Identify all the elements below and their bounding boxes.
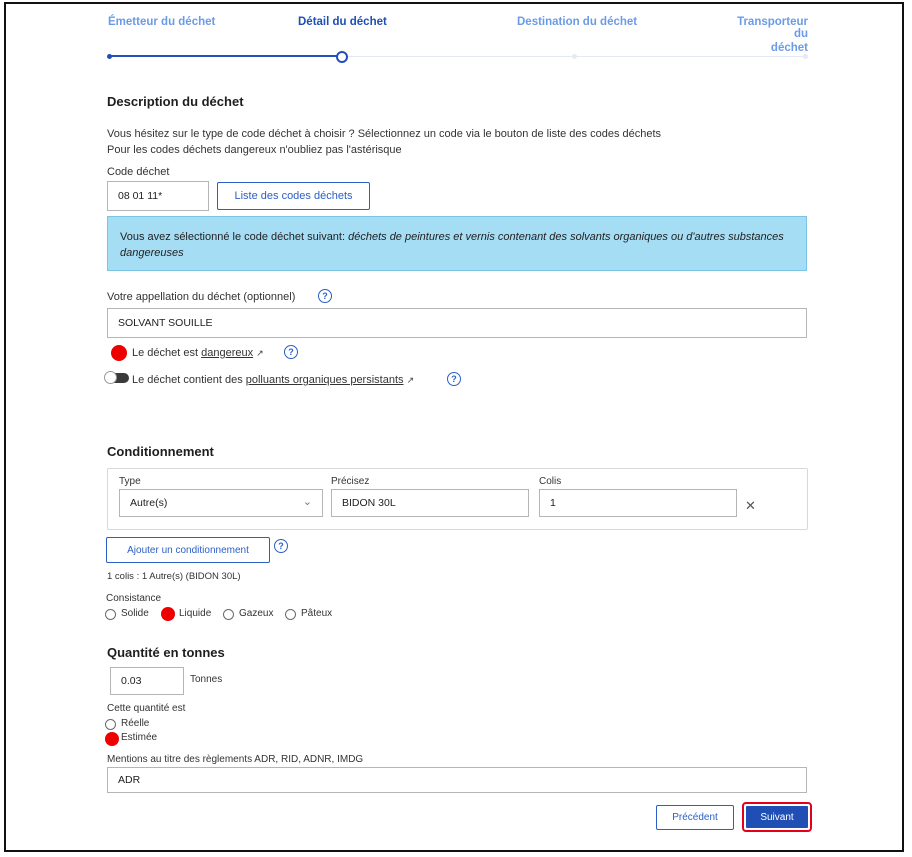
- pop-prefix: Le déchet contient des: [132, 374, 246, 386]
- radio-paste[interactable]: [285, 609, 296, 620]
- external-link-icon: ↗: [256, 348, 264, 358]
- next-button-highlight: Suivant: [742, 802, 812, 832]
- form-window: Émetteur du déchet Détail du déchet Dest…: [4, 2, 904, 852]
- precise-label: Précisez: [331, 476, 370, 487]
- packaging-summary: 1 colis : 1 Autre(s) (BIDON 30L): [107, 571, 241, 582]
- step-emitter[interactable]: Émetteur du déchet: [108, 16, 215, 28]
- next-button[interactable]: Suivant: [746, 806, 808, 828]
- dangerous-toggle[interactable]: [111, 345, 127, 361]
- adr-input[interactable]: ADR: [107, 767, 807, 793]
- radio-gas-label: Gazeux: [239, 608, 274, 619]
- radio-estimated[interactable]: [105, 732, 119, 746]
- quantity-input[interactable]: 0.03: [110, 667, 184, 695]
- help-icon[interactable]: ?: [318, 289, 332, 303]
- step-dot-current: [336, 51, 348, 63]
- help-icon[interactable]: ?: [284, 345, 298, 359]
- quantity-unit: Tonnes: [190, 674, 223, 685]
- adr-label: Mentions au titre des règlements ADR, RI…: [107, 754, 364, 765]
- radio-estimated-label: Estimée: [121, 732, 158, 743]
- help-icon[interactable]: ?: [274, 539, 288, 553]
- previous-button[interactable]: Précédent: [656, 805, 734, 830]
- remove-packaging-icon[interactable]: ✕: [745, 498, 756, 514]
- chevron-down-icon: ⌄: [302, 495, 312, 508]
- waste-code-list-button[interactable]: Liste des codes déchets: [217, 182, 370, 210]
- pop-text: Le déchet contient des polluants organiq…: [132, 374, 414, 386]
- external-link-icon: ↗: [406, 375, 415, 385]
- step-transporter-line2: déchet: [770, 42, 808, 54]
- info-prefix: Vous avez sélectionné le code déchet sui…: [120, 231, 349, 243]
- precise-input[interactable]: BIDON 30L: [331, 489, 529, 517]
- radio-liquid-label: Liquide: [179, 608, 212, 619]
- radio-solid[interactable]: [105, 609, 116, 620]
- type-value: Autre(s): [130, 497, 168, 509]
- pop-link[interactable]: polluants organiques persistants: [246, 374, 404, 386]
- code-input[interactable]: 08 01 11*: [107, 181, 209, 211]
- help-icon[interactable]: ?: [447, 372, 461, 386]
- radio-gas[interactable]: [223, 609, 234, 620]
- appellation-label: Votre appellation du déchet (optionnel): [107, 291, 296, 303]
- pop-toggle[interactable]: [104, 371, 129, 384]
- code-label: Code déchet: [107, 166, 170, 178]
- radio-solid-label: Solide: [121, 608, 149, 619]
- dangerous-link[interactable]: dangereux: [201, 347, 253, 359]
- radio-liquid[interactable]: [161, 607, 175, 621]
- step-transporter[interactable]: Transporteur du déchet: [722, 16, 808, 54]
- section-title-description: Description du déchet: [107, 94, 244, 109]
- section-title-quantity: Quantité en tonnes: [107, 645, 225, 660]
- radio-real-label: Réelle: [121, 718, 150, 729]
- dangerous-prefix: Le déchet est: [132, 347, 202, 359]
- step-transporter-line1: Transporteur du: [737, 16, 808, 40]
- colis-label: Colis: [539, 476, 562, 487]
- step-dot-todo: [803, 54, 808, 59]
- step-destination[interactable]: Destination du déchet: [517, 16, 637, 28]
- colis-input[interactable]: 1: [539, 489, 737, 517]
- hint-asterisk: Pour les codes déchets dangereux n'oubli…: [107, 144, 402, 156]
- section-title-packaging: Conditionnement: [107, 444, 214, 459]
- hint-code-choice: Vous hésitez sur le type de code déchet …: [107, 128, 662, 140]
- dangerous-text: Le déchet est dangereux ↗: [132, 347, 264, 359]
- step-waste-detail[interactable]: Détail du déchet: [298, 16, 387, 28]
- progress-line-done: [110, 55, 338, 57]
- add-packaging-button[interactable]: Ajouter un conditionnement: [106, 537, 270, 563]
- type-label: Type: [119, 476, 141, 487]
- appellation-input[interactable]: SOLVANT SOUILLE: [107, 308, 807, 338]
- radio-real[interactable]: [105, 719, 116, 730]
- consistency-label: Consistance: [106, 593, 162, 604]
- progress-line-todo: [348, 56, 806, 57]
- selected-code-info: Vous avez sélectionné le code déchet sui…: [107, 216, 807, 271]
- radio-paste-label: Pâteux: [301, 608, 333, 619]
- quantity-nature-label: Cette quantité est: [107, 703, 186, 714]
- type-select[interactable]: Autre(s) ⌄: [119, 489, 323, 517]
- pop-toggle-knob: [104, 371, 117, 384]
- step-dot-todo: [572, 54, 577, 59]
